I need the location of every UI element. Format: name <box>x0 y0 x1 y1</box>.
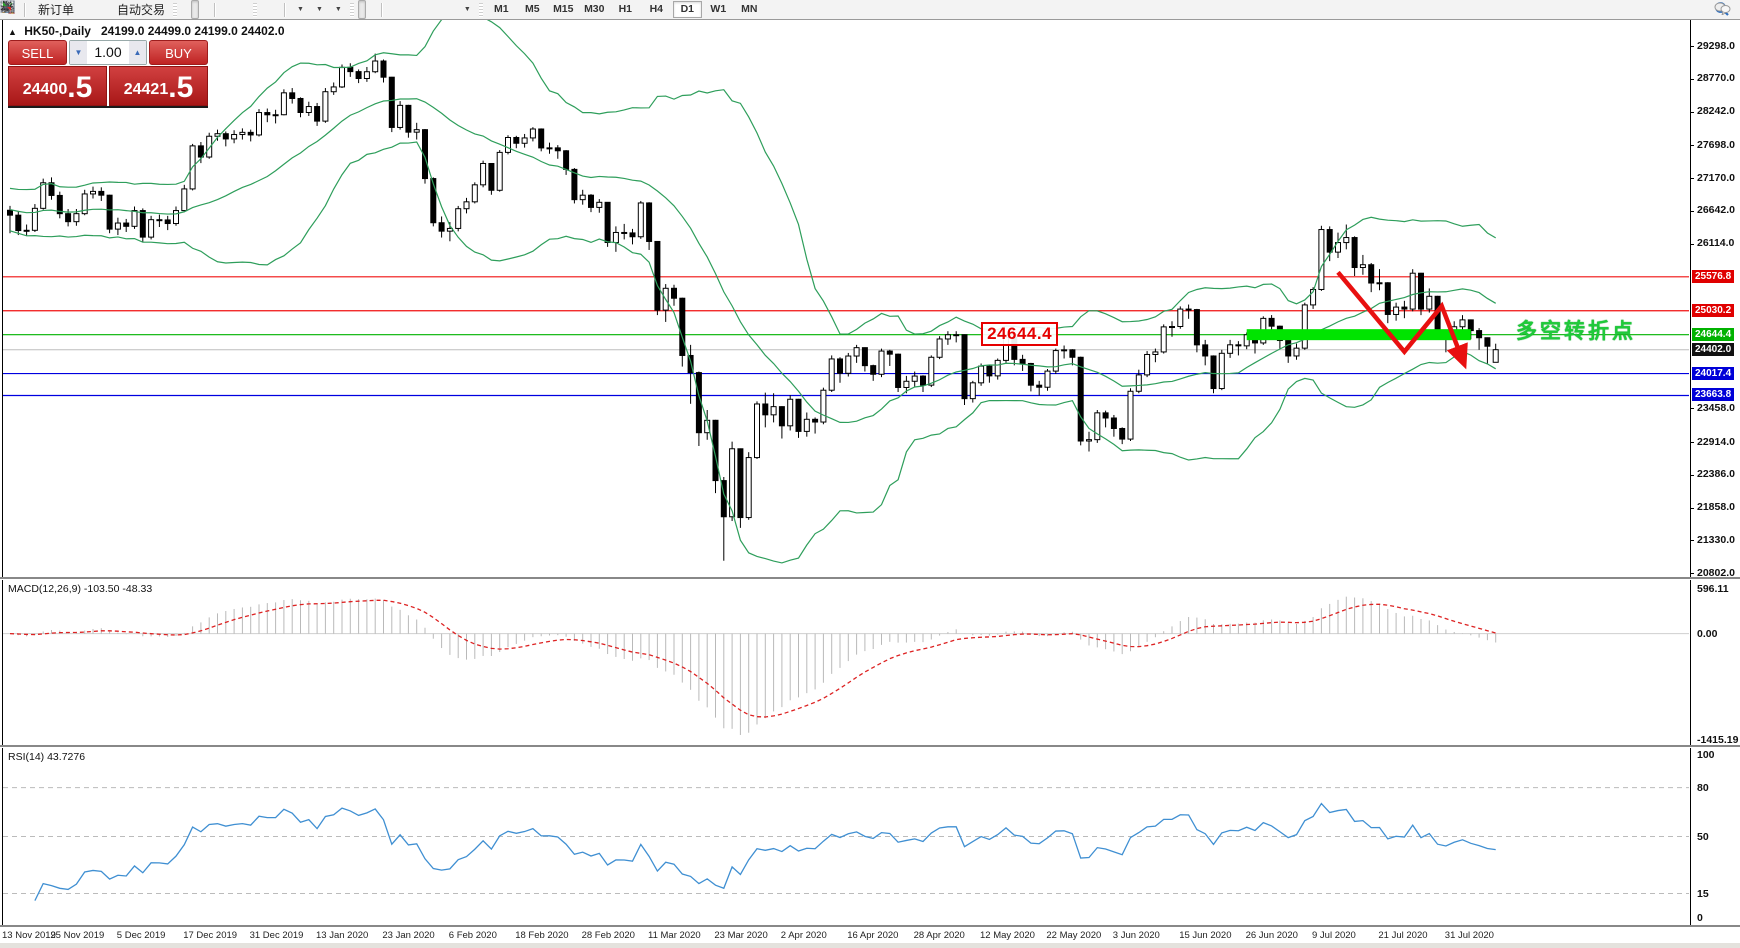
rsi-level-label: 15 <box>1697 888 1709 900</box>
price-tick-label: 26114.0 <box>1697 237 1734 249</box>
date-label: 5 Dec 2019 <box>117 930 166 941</box>
date-label: 31 Dec 2019 <box>250 930 304 941</box>
date-label: 16 Apr 2020 <box>847 930 898 941</box>
macd-label: MACD(12,26,9) -103.50 -48.33 <box>8 583 152 595</box>
price-tick-label: 22386.0 <box>1697 468 1735 480</box>
macd-max-label: 596.11 <box>1697 583 1729 595</box>
date-label: 2 Apr 2020 <box>781 930 827 941</box>
hline-price-label: 24644.4 <box>1692 328 1734 341</box>
date-label: 28 Apr 2020 <box>914 930 965 941</box>
date-label: 3 Jun 2020 <box>1113 930 1160 941</box>
price-tick-label: 29298.0 <box>1697 40 1735 52</box>
volume-input[interactable]: 1.00 <box>87 41 129 64</box>
price-tick-mark <box>1690 475 1694 476</box>
date-label: 13 Nov 2019 <box>2 930 56 941</box>
price-tick-label: 22914.0 <box>1697 436 1735 448</box>
price-tick-mark <box>1690 112 1694 113</box>
price-tick-mark <box>1690 79 1694 80</box>
buy-price-fraction: .5 <box>168 73 193 103</box>
turning-point-annotation[interactable]: 多空转折点 <box>1516 315 1636 345</box>
rsi-separator[interactable] <box>0 745 1740 748</box>
date-label: 21 Jul 2020 <box>1378 930 1427 941</box>
date-label: 15 Jun 2020 <box>1179 930 1231 941</box>
ohlc-values: 24199.0 24499.0 24199.0 24402.0 <box>101 24 285 38</box>
pivot-price-callout[interactable]: 24644.4 <box>981 322 1058 346</box>
price-tick-label: 27698.0 <box>1697 139 1735 151</box>
price-tick-label: 21858.0 <box>1697 501 1735 513</box>
rsi-label: RSI(14) 43.7276 <box>8 751 85 763</box>
price-tick-label: 21330.0 <box>1697 534 1735 546</box>
price-tick-label: 20802.0 <box>1697 567 1735 579</box>
sell-price-main: 24400 <box>23 77 68 103</box>
chart-left-border <box>2 20 3 926</box>
price-tick-mark <box>1690 408 1694 409</box>
date-label: 6 Feb 2020 <box>449 930 497 941</box>
rsi-level-label: 80 <box>1697 782 1709 794</box>
date-label: 28 Feb 2020 <box>582 930 635 941</box>
date-label: 26 Jun 2020 <box>1246 930 1298 941</box>
date-label: 13 Jan 2020 <box>316 930 368 941</box>
date-label: 18 Feb 2020 <box>515 930 568 941</box>
date-label: 17 Dec 2019 <box>183 930 237 941</box>
volume-increase-button[interactable]: ▲ <box>129 41 146 64</box>
price-tick-mark <box>1690 145 1694 146</box>
date-label: 22 May 2020 <box>1046 930 1101 941</box>
hline-price-label: 25576.8 <box>1692 270 1734 283</box>
date-label: 11 Mar 2020 <box>648 930 701 941</box>
macd-zero-label: 0.00 <box>1697 628 1717 640</box>
date-label: 12 May 2020 <box>980 930 1035 941</box>
price-tick-mark <box>1690 540 1694 541</box>
buy-price-button[interactable]: 24421 .5 <box>109 66 208 106</box>
date-label: 31 Jul 2020 <box>1445 930 1494 941</box>
price-tick-mark <box>1690 442 1694 443</box>
date-label: 9 Jul 2020 <box>1312 930 1356 941</box>
date-label: 23 Jan 2020 <box>382 930 434 941</box>
date-label: 25 Nov 2019 <box>50 930 104 941</box>
volume-decrease-button[interactable]: ▼ <box>70 41 87 64</box>
price-tick-label: 28770.0 <box>1697 72 1735 84</box>
buy-button[interactable]: BUY <box>149 40 208 65</box>
price-tick-label: 23458.0 <box>1697 402 1735 414</box>
price-tick-label: 26642.0 <box>1697 204 1735 216</box>
price-tick-label: 27170.0 <box>1697 172 1735 184</box>
buy-price-main: 24421 <box>124 77 169 103</box>
rsi-level-label: 50 <box>1697 831 1709 843</box>
hline-price-label: 23663.8 <box>1692 388 1734 401</box>
price-tick-mark <box>1690 178 1694 179</box>
price-tick-mark <box>1690 211 1694 212</box>
current-price-label: 24402.0 <box>1692 343 1734 356</box>
price-tick-mark <box>1690 244 1694 245</box>
collapse-icon[interactable]: ▲ <box>8 27 17 37</box>
volume-stepper: ▼ 1.00 ▲ <box>69 40 147 65</box>
macd-separator[interactable] <box>0 577 1740 580</box>
hline-price-label: 25030.2 <box>1692 304 1734 317</box>
price-tick-mark <box>1690 46 1694 47</box>
price-tick-label: 28242.0 <box>1697 105 1735 117</box>
one-click-trading-panel: SELL ▼ 1.00 ▲ BUY 24400 .5 24421 .5 <box>8 40 208 108</box>
date-axis-border <box>0 925 1740 928</box>
macd-min-label: -1415.19 <box>1697 734 1738 746</box>
sell-price-fraction: .5 <box>67 73 92 103</box>
chart-title-bar: ▲ HK50-,Daily 24199.0 24499.0 24199.0 24… <box>8 24 285 38</box>
window-bottom-strip <box>0 943 1740 948</box>
price-axis-border[interactable] <box>1690 20 1691 926</box>
sell-price-button[interactable]: 24400 .5 <box>8 66 107 106</box>
chart-surface[interactable] <box>0 0 1740 948</box>
rsi-level-label: 100 <box>1697 749 1715 761</box>
price-tick-mark <box>1690 573 1694 574</box>
price-tick-mark <box>1690 508 1694 509</box>
symbol-period: HK50-,Daily <box>24 24 91 38</box>
sell-button[interactable]: SELL <box>8 40 67 65</box>
rsi-level-label: 0 <box>1697 912 1703 924</box>
date-label: 23 Mar 2020 <box>714 930 767 941</box>
hline-price-label: 24017.4 <box>1692 367 1734 380</box>
